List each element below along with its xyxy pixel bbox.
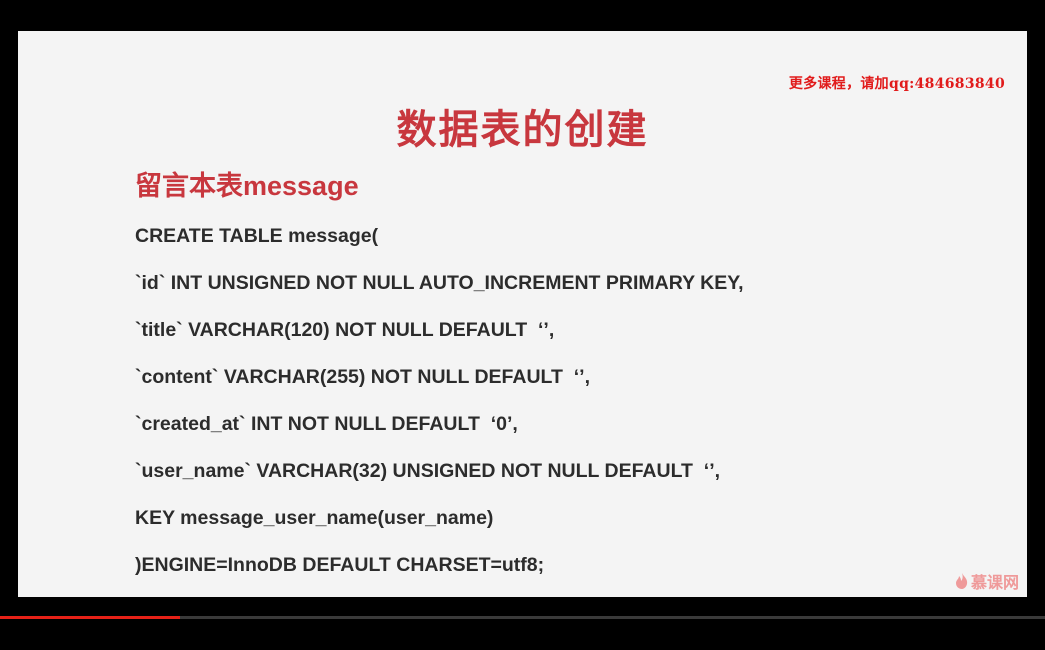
- code-line: `title` VARCHAR(120) NOT NULL DEFAULT ‘’…: [135, 319, 555, 341]
- sql-code-block: CREATE TABLE message( `id` INT UNSIGNED …: [135, 221, 744, 597]
- code-line: `id` INT UNSIGNED NOT NULL AUTO_INCREMEN…: [135, 272, 744, 294]
- code-line: KEY message_user_name(user_name): [135, 507, 494, 529]
- video-player[interactable]: 更多课程，请加qq:484683840 数据表的创建 留言本表message C…: [0, 0, 1045, 650]
- section-heading: 留言本表message: [135, 171, 359, 201]
- promo-text: 更多课程，请加qq:484683840: [788, 76, 1005, 92]
- flame-icon: [955, 573, 969, 589]
- slide-frame: 更多课程，请加qq:484683840 数据表的创建 留言本表message C…: [18, 31, 1027, 597]
- imooc-watermark: 慕课网: [955, 569, 1019, 593]
- code-line: )ENGINE=InnoDB DEFAULT CHARSET=utf8;: [135, 554, 545, 576]
- code-line: `created_at` INT NOT NULL DEFAULT ‘0’,: [135, 413, 518, 435]
- progress-bar[interactable]: [0, 616, 1045, 619]
- code-line: `content` VARCHAR(255) NOT NULL DEFAULT …: [135, 366, 590, 388]
- code-line: CREATE TABLE message(: [135, 225, 379, 247]
- progress-fill: [0, 616, 180, 619]
- watermark-text: 慕课网: [970, 575, 1019, 592]
- slide-title: 数据表的创建: [396, 108, 649, 152]
- code-line: `user_name` VARCHAR(32) UNSIGNED NOT NUL…: [135, 460, 721, 482]
